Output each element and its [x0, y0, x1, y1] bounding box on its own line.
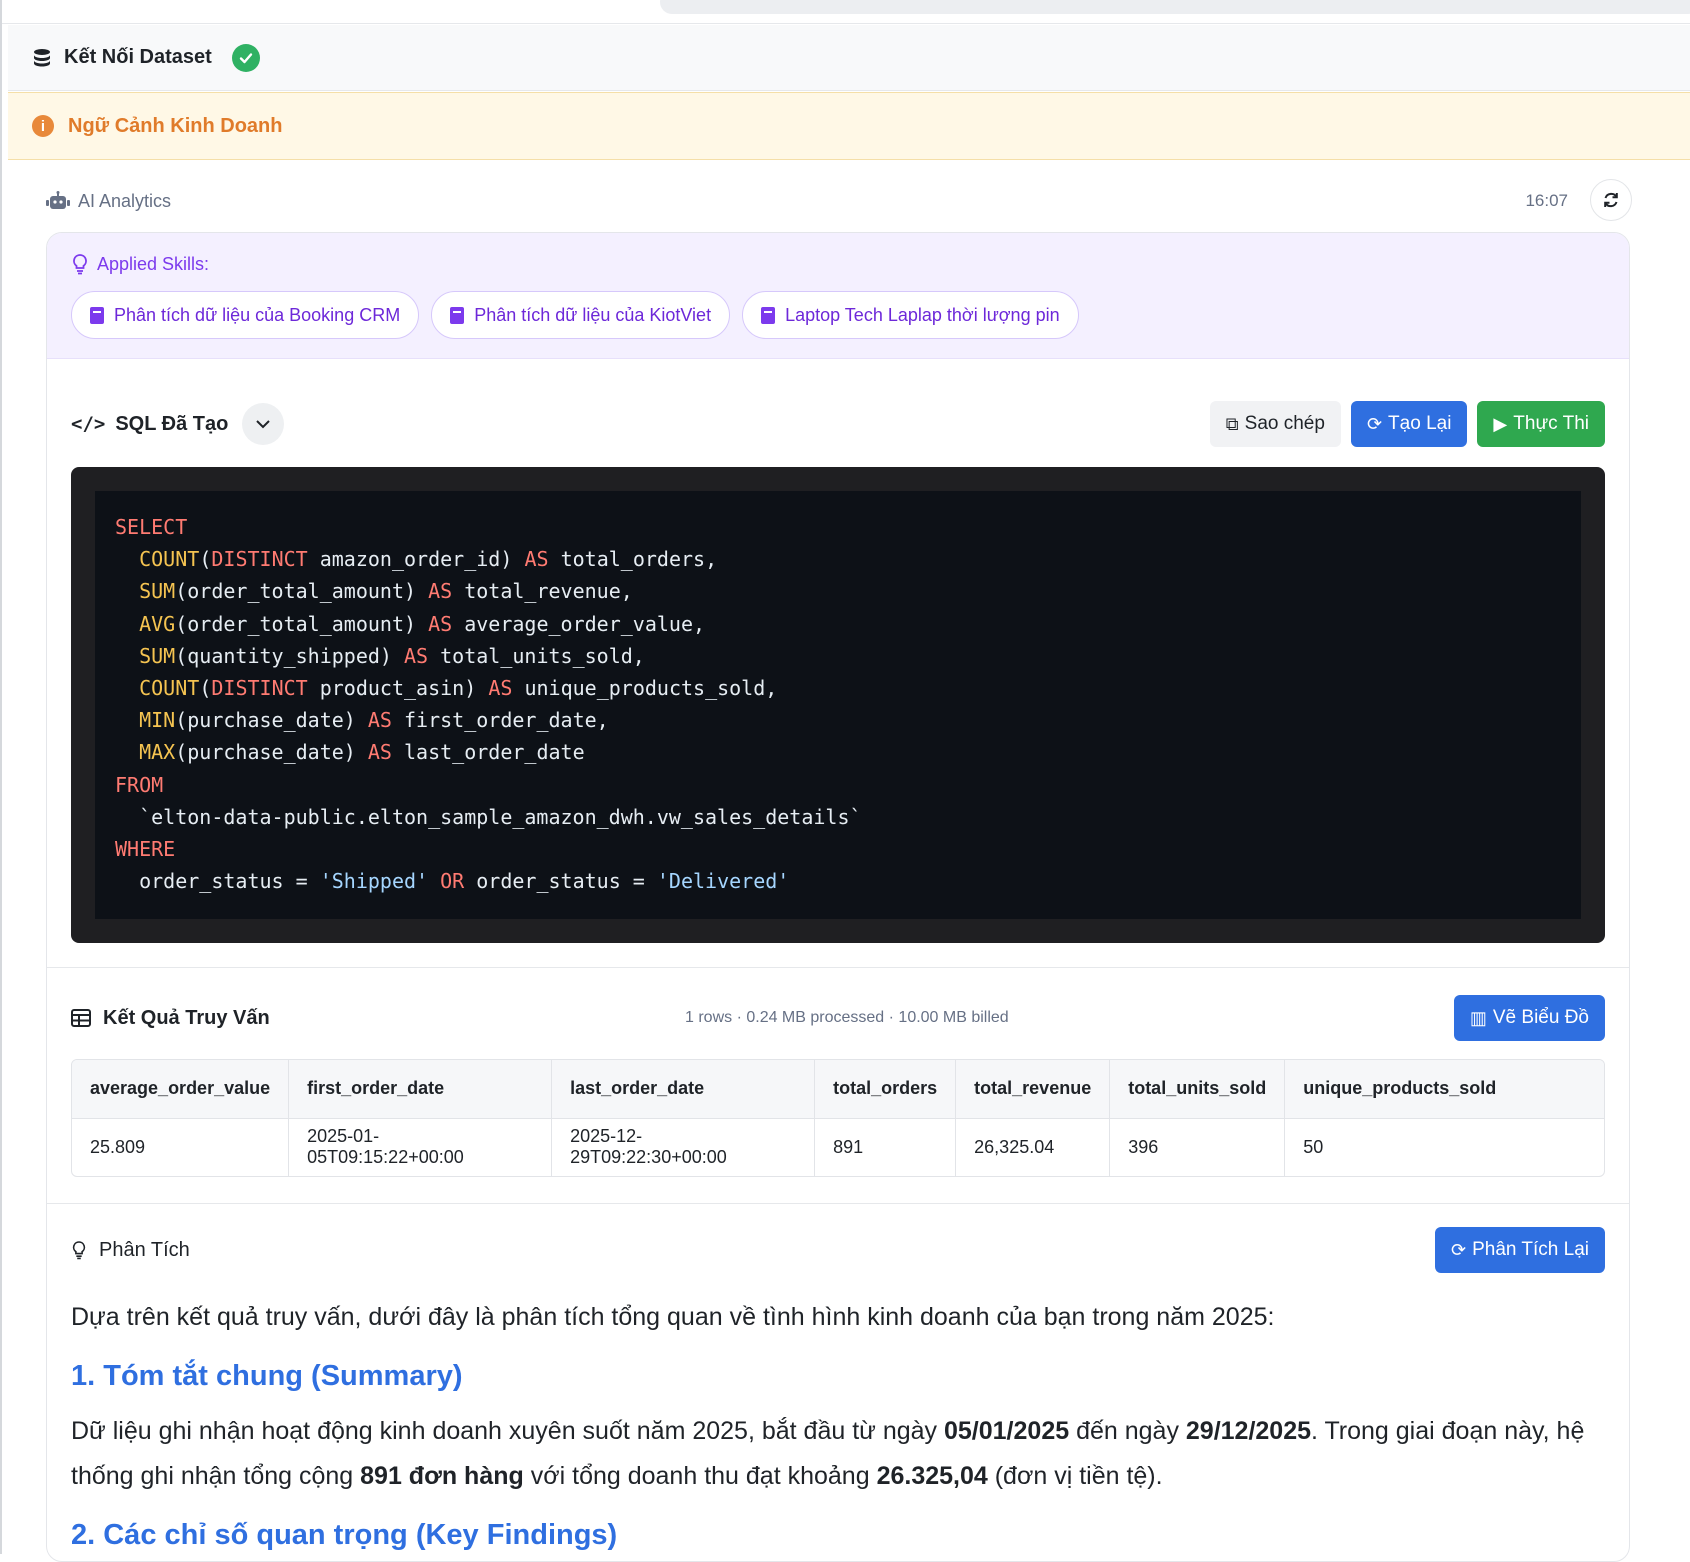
copy-icon: ⧉	[1225, 413, 1239, 434]
refresh-icon: ⟳	[1366, 413, 1383, 434]
sql-collapse-toggle[interactable]	[242, 403, 285, 445]
context-title: Ngữ Cảnh Kinh Doanh	[68, 114, 283, 137]
results-title: Kết Quả Truy Vấn	[103, 1006, 270, 1029]
table-header-row: average_order_value first_order_date las…	[72, 1060, 1604, 1119]
message-header: AI Analytics 16:07	[46, 179, 1632, 221]
analysis-header: Phân Tích ⟳ Phân Tích Lại	[71, 1227, 1605, 1273]
regenerate-button[interactable]: ⟳ Tạo Lại	[1350, 401, 1468, 447]
bar-chart-icon: ▥	[1469, 1007, 1487, 1028]
skill-chip[interactable]: Phân tích dữ liệu của KiotViet	[431, 291, 731, 339]
book-icon	[450, 306, 465, 324]
analysis-card: Applied Skills: Phân tích dữ liệu của Bo…	[46, 232, 1630, 1562]
reanalyze-button-label: Phân Tích Lại	[1472, 1239, 1589, 1260]
refresh-button[interactable]	[1590, 179, 1632, 221]
sql-section-header: </> SQL Đã Tạo ⧉ Sao chép ⟳ Tạo Lại ▶ Thực …	[71, 401, 1605, 447]
copy-button-label: Sao chép	[1244, 413, 1325, 434]
regenerate-button-label: Tạo Lại	[1388, 413, 1452, 434]
skill-chip[interactable]: Phân tích dữ liệu của Booking CRM	[71, 291, 420, 339]
info-icon: i	[32, 115, 54, 137]
database-icon	[34, 48, 50, 66]
table-row: 25.809 2025-01-05T09:15:22+00:00 2025-12…	[72, 1118, 1604, 1176]
reanalyze-button[interactable]: ⟳ Phân Tích Lại	[1435, 1227, 1605, 1273]
table-cell: 25.809	[72, 1118, 290, 1176]
divider	[47, 1203, 1629, 1204]
column-header[interactable]: unique_products_sold	[1284, 1060, 1604, 1119]
column-header[interactable]: last_order_date	[551, 1060, 816, 1119]
table-cell: 891	[814, 1118, 957, 1176]
analysis-summary-paragraph: Dữ liệu ghi nhận hoạt động kinh doanh xu…	[71, 1417, 1585, 1490]
chevron-down-icon	[256, 420, 271, 429]
analysis-intro: Dựa trên kết quả truy vấn, dưới đây là p…	[71, 1303, 1275, 1331]
play-icon: ▶	[1493, 413, 1508, 434]
table-cell: 396	[1109, 1118, 1286, 1176]
column-header[interactable]: first_order_date	[288, 1060, 553, 1119]
table-cell: 2025-01-05T09:15:22+00:00	[288, 1118, 553, 1176]
skill-chip-label: Phân tích dữ liệu của KiotViet	[474, 304, 712, 325]
sql-code: SELECT COUNT(DISTINCT amazon_order_id) A…	[95, 491, 1581, 919]
skill-chip-label: Laptop Tech Laplap thời lượng pin	[785, 304, 1060, 325]
analysis-content: Dựa trên kết quả truy vấn, dưới đây là p…	[71, 1295, 1605, 1561]
app-frame: Kết Nối Dataset i Ngữ Cảnh Kinh Doanh AI…	[0, 0, 1690, 1562]
lightbulb-icon	[72, 1241, 86, 1260]
robot-icon	[46, 191, 70, 209]
code-icon: </>	[71, 413, 106, 435]
analysis-heading-summary: 1. Tóm tắt chung (Summary)	[71, 1360, 463, 1392]
sql-code-block[interactable]: SELECT COUNT(DISTINCT amazon_order_id) A…	[71, 467, 1605, 943]
book-icon	[90, 306, 104, 324]
execute-button-label: Thực Thi	[1513, 413, 1589, 434]
check-circle-icon	[231, 43, 260, 72]
draw-chart-button-label: Vẽ Biểu Đồ	[1492, 1007, 1589, 1028]
book-icon	[761, 306, 776, 324]
column-header[interactable]: total_units_sold	[1109, 1060, 1286, 1119]
copy-button[interactable]: ⧉ Sao chép	[1209, 401, 1341, 447]
lightbulb-icon	[73, 254, 87, 275]
dataset-title: Kết Nối Dataset	[64, 46, 212, 68]
column-header[interactable]: total_revenue	[955, 1060, 1111, 1119]
applied-skills-label: Applied Skills:	[97, 253, 210, 274]
skill-chip-label: Phân tích dữ liệu của Booking CRM	[114, 304, 401, 325]
divider	[47, 967, 1629, 968]
table-cell: 26,325.04	[955, 1118, 1111, 1176]
table-cell: 50	[1303, 1136, 1324, 1157]
business-context-bar[interactable]: i Ngữ Cảnh Kinh Doanh	[8, 92, 1690, 160]
results-header: Kết Quả Truy Vấn 1 rows · 0.24 MB proces…	[71, 995, 1605, 1041]
refresh-icon	[1604, 192, 1618, 208]
table-cell: 2025-12-29T09:22:30+00:00	[551, 1118, 816, 1176]
column-header[interactable]: total_orders	[814, 1060, 957, 1119]
sql-title: SQL Đã Tạo	[115, 412, 229, 435]
table-icon	[71, 1009, 91, 1027]
top-strip	[2, 0, 1690, 24]
message-time: 16:07	[1525, 191, 1568, 210]
skill-chip[interactable]: Laptop Tech Laplap thời lượng pin	[742, 291, 1079, 339]
applied-skills-panel: Applied Skills: Phân tích dữ liệu của Bo…	[47, 233, 1629, 359]
results-table: average_order_value first_order_date las…	[71, 1059, 1605, 1177]
draw-chart-button[interactable]: ▥ Vẽ Biểu Đồ	[1453, 995, 1605, 1041]
refresh-icon: ⟳	[1451, 1239, 1467, 1260]
results-meta: 1 rows · 0.24 MB processed · 10.00 MB bi…	[685, 1009, 1009, 1026]
column-header[interactable]: average_order_value	[72, 1060, 290, 1119]
analysis-title: Phân Tích	[99, 1238, 190, 1261]
top-input-pill[interactable]	[660, 0, 1690, 14]
analysis-heading-key-findings: 2. Các chỉ số quan trọng (Key Findings)	[71, 1519, 618, 1551]
execute-button[interactable]: ▶ Thực Thi	[1477, 401, 1605, 447]
sender-name: AI Analytics	[78, 190, 172, 211]
dataset-connection-bar[interactable]: Kết Nối Dataset	[8, 25, 1690, 91]
